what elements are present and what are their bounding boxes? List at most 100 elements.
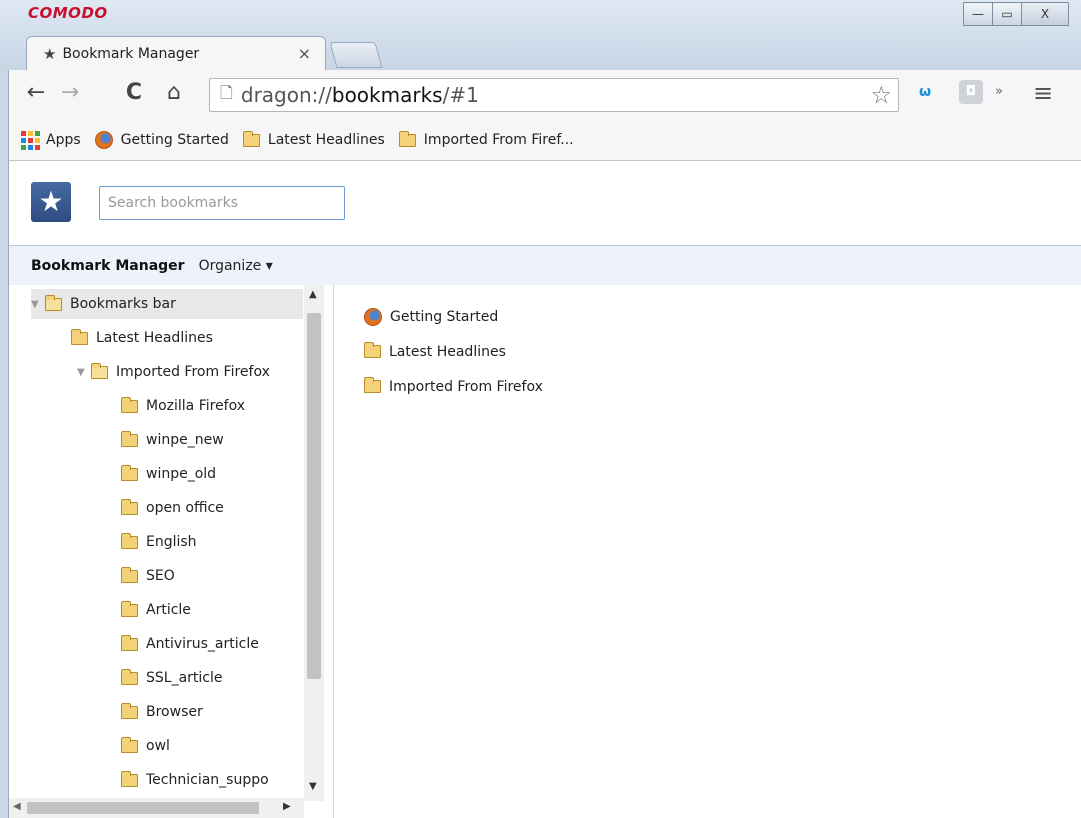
tree-item[interactable]: ▼ Bookmarks bar	[31, 289, 303, 319]
tree-item[interactable]: Article	[121, 595, 191, 625]
folder-open-icon	[91, 362, 108, 379]
page-icon: 🗋	[220, 82, 233, 102]
new-tab-button[interactable]	[329, 42, 383, 68]
extension-icon[interactable]: ѡ	[919, 84, 931, 100]
tab-close-icon[interactable]: ×	[298, 44, 311, 63]
tree-item-label: winpe_old	[146, 466, 217, 482]
tree-item-label: Antivirus_article	[146, 636, 259, 652]
folder-icon	[121, 430, 138, 447]
tree-item[interactable]: ▼ Imported From Firefox	[77, 357, 303, 387]
tree-item-label: Browser	[146, 704, 203, 720]
tree-item[interactable]: Mozilla Firefox	[121, 391, 245, 421]
tree-item[interactable]: Antivirus_article	[121, 629, 259, 659]
title-bar: COMODO — ▭ X ★ Bookmark Manager ×	[0, 0, 1081, 71]
bookmarks-bar-item-label: Latest Headlines	[267, 132, 385, 148]
comodo-logo: COMODO	[28, 4, 108, 22]
tree-item[interactable]: Latest Headlines	[71, 323, 213, 353]
minimize-button[interactable]: —	[963, 2, 993, 26]
tab-bookmark-manager[interactable]: ★ Bookmark Manager ×	[26, 36, 326, 71]
organize-menu-button[interactable]: Organize ▾	[199, 258, 273, 274]
folder-icon	[121, 396, 138, 413]
tree-item[interactable]: Browser	[121, 697, 203, 727]
forward-icon[interactable]: →	[57, 80, 83, 105]
tab-title: Bookmark Manager	[62, 46, 200, 62]
tree-item-label: Technician_suppo	[146, 772, 269, 788]
close-window-button[interactable]: X	[1021, 2, 1069, 26]
folder-icon	[242, 130, 260, 147]
tree-item[interactable]: Technician_suppo	[121, 765, 304, 795]
bookmark-list: Getting Started Latest Headlines Importe…	[364, 299, 543, 404]
scroll-up-arrow-icon[interactable]: ▲	[309, 289, 317, 300]
tree-item-label: Article	[146, 602, 191, 618]
tree-item-label: English	[146, 534, 197, 550]
apps-icon	[21, 130, 40, 150]
star-icon: ★	[43, 45, 57, 63]
expand-triangle-icon[interactable]: ▼	[31, 299, 45, 310]
firefox-icon	[364, 307, 382, 326]
folder-icon	[121, 498, 138, 515]
bookmarks-bar-apps[interactable]: Apps	[21, 130, 81, 150]
list-item[interactable]: Getting Started	[364, 299, 543, 334]
folder-icon	[71, 328, 88, 345]
maximize-button[interactable]: ▭	[992, 2, 1022, 26]
extension-puzzle-icon[interactable]: ◘	[959, 80, 983, 104]
bookmark-star-icon[interactable]: ☆	[870, 81, 892, 109]
bookmarks-bar-item[interactable]: Getting Started	[94, 131, 229, 149]
back-icon[interactable]: ←	[23, 80, 49, 105]
navigation-toolbar: ← → C ⌂ 🗋 dragon://bookmarks/#1 ☆ ѡ ◘ » …	[8, 70, 1081, 120]
tree-item-label: Mozilla Firefox	[146, 398, 246, 414]
scroll-down-arrow-icon[interactable]: ▼	[309, 781, 317, 792]
list-item[interactable]: Latest Headlines	[364, 334, 543, 369]
folder-icon	[121, 668, 138, 685]
scrollbar-thumb[interactable]	[307, 313, 321, 679]
manager-header-bar: Bookmark Manager Organize ▾	[9, 245, 1081, 285]
tree-horizontal-scrollbar[interactable]: ◀ ▶	[9, 798, 304, 818]
tree-vertical-scrollbar[interactable]: ▲ ▼	[304, 285, 324, 801]
tree-item[interactable]: owl	[121, 731, 170, 761]
menu-icon[interactable]: ≡	[1033, 79, 1053, 107]
folder-icon	[121, 532, 138, 549]
scroll-right-arrow-icon[interactable]: ▶	[283, 801, 291, 812]
address-bar[interactable]: 🗋 dragon://bookmarks/#1 ☆	[209, 78, 899, 112]
tree-item-label: SSL_article	[146, 670, 223, 686]
folder-open-icon	[45, 294, 62, 311]
folder-icon	[364, 342, 381, 358]
tree-item-label: Imported From Firefox	[116, 364, 270, 380]
folder-icon	[121, 600, 138, 617]
bookmark-manager-star-icon: ★	[31, 182, 71, 222]
folder-icon	[121, 770, 138, 787]
reload-icon[interactable]: C	[121, 80, 147, 105]
folder-icon	[398, 130, 416, 147]
firefox-icon	[94, 131, 113, 149]
tree-item-label: SEO	[146, 568, 175, 584]
tree-item-label: owl	[146, 738, 170, 754]
extensions-overflow-icon[interactable]: »	[995, 84, 1003, 99]
page-title: Bookmark Manager	[31, 257, 185, 274]
tree-item[interactable]: SEO	[121, 561, 175, 591]
tree-item-label: Bookmarks bar	[70, 296, 176, 312]
home-icon[interactable]: ⌂	[161, 80, 187, 105]
folder-icon	[121, 702, 138, 719]
list-item[interactable]: Imported From Firefox	[364, 369, 543, 404]
bookmark-manager-page: ★ Bookmark Manager Organize ▾ ▼ Bookmark…	[8, 161, 1081, 818]
scrollbar-thumb[interactable]	[27, 802, 259, 814]
tree-item-label: Latest Headlines	[96, 330, 213, 346]
tree-item[interactable]: English	[121, 527, 197, 557]
expand-triangle-icon[interactable]: ▼	[77, 367, 91, 378]
folder-icon	[121, 736, 138, 753]
folder-icon	[364, 377, 381, 393]
tree-item[interactable]: winpe_new	[121, 425, 224, 455]
tree-item-label: winpe_new	[146, 432, 224, 448]
apps-label: Apps	[46, 132, 81, 148]
search-bookmarks-input[interactable]	[99, 186, 345, 220]
browser-window: COMODO — ▭ X ★ Bookmark Manager × ← → C …	[0, 0, 1081, 818]
url-text: dragon://bookmarks/#1	[240, 83, 479, 107]
folder-icon	[121, 464, 138, 481]
bookmarks-bar-item-label: Imported From Firef...	[423, 132, 574, 148]
tree-item[interactable]: SSL_article	[121, 663, 223, 693]
scroll-left-arrow-icon[interactable]: ◀	[13, 801, 21, 812]
tree-item[interactable]: open office	[121, 493, 224, 523]
bookmarks-bar-item[interactable]: Imported From Firef...	[398, 130, 574, 148]
bookmarks-bar-item[interactable]: Latest Headlines	[242, 130, 385, 148]
tree-item[interactable]: winpe_old	[121, 459, 216, 489]
